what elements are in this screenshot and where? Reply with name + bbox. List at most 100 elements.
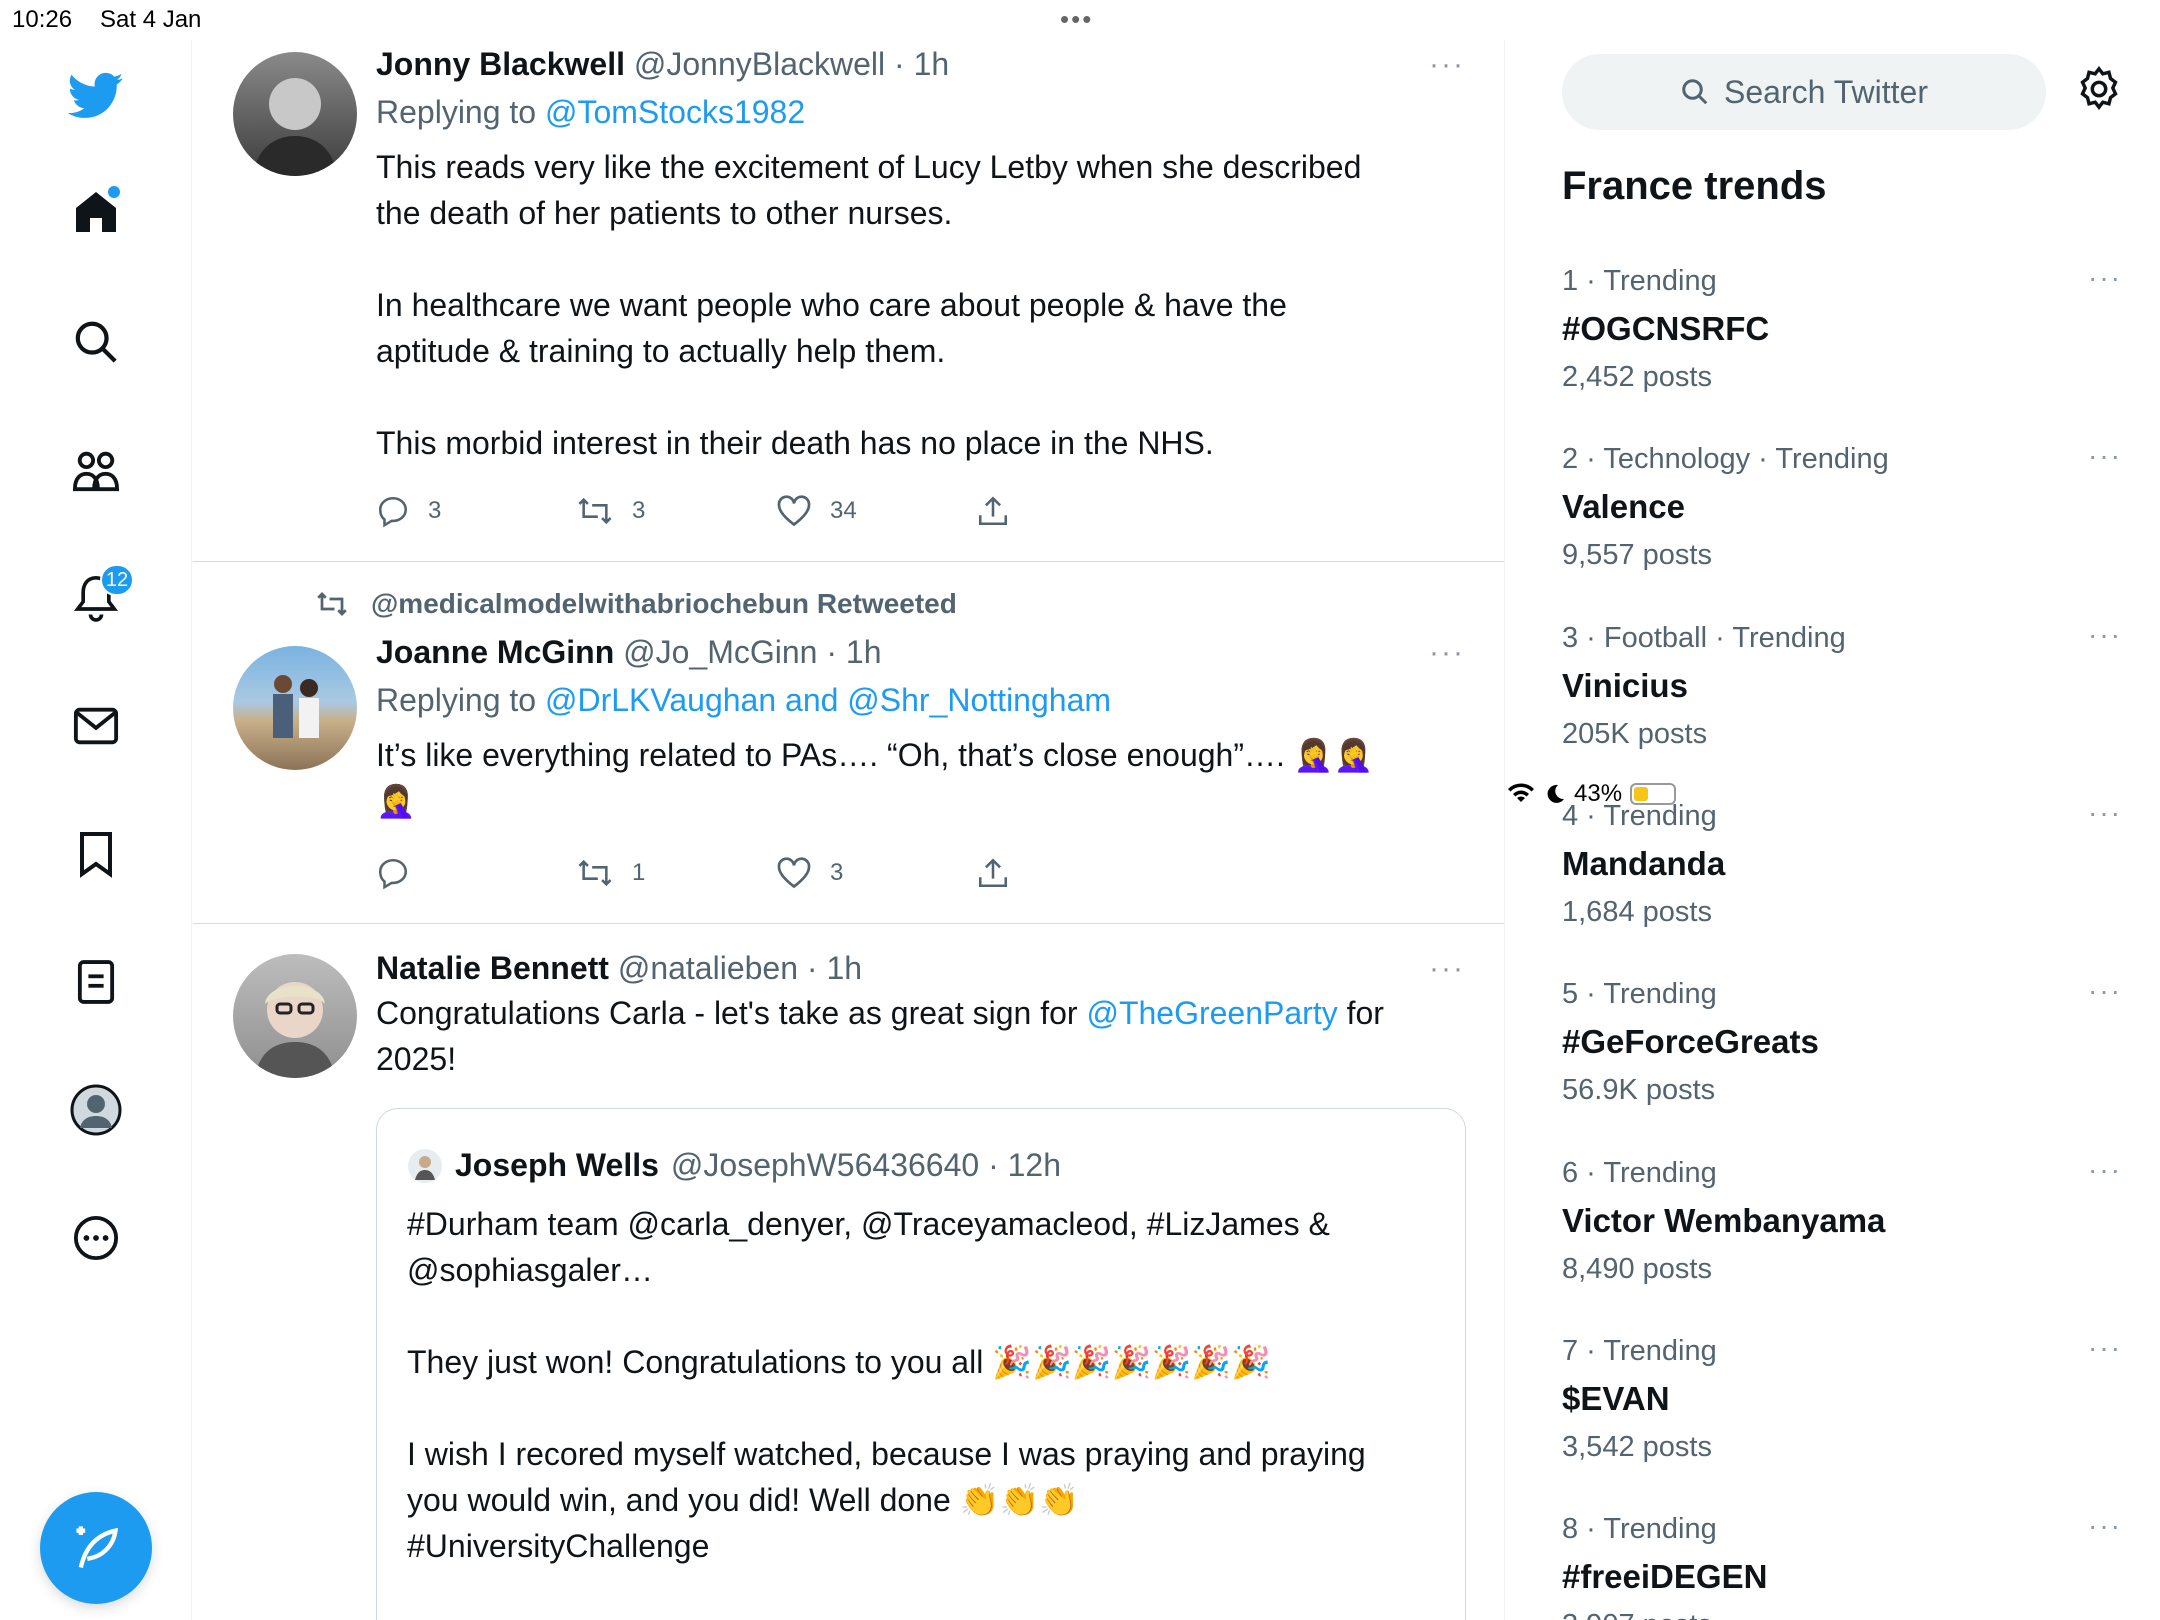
multitasking-dots[interactable]: ••• (1060, 4, 1093, 35)
nav-lists[interactable] (66, 952, 126, 1012)
author-name[interactable]: Jonny Blackwell (376, 46, 625, 82)
tweet[interactable]: Natalie Bennett @natalieben · 1h Congrat… (193, 924, 1504, 1620)
tweet-more-button[interactable]: ··· (1429, 48, 1465, 82)
trend-posts: 3,542 posts (1562, 1431, 1712, 1463)
trend-more-button[interactable]: ··· (2088, 1332, 2122, 1364)
avatar[interactable] (233, 52, 357, 176)
mention-link[interactable]: @TheGreenParty (1086, 995, 1337, 1031)
trend-name: Mandanda (1562, 845, 1726, 882)
trend-item[interactable]: 4 · Trending Mandanda 1,684 posts ··· (1562, 797, 2122, 931)
trend-more-button[interactable]: ··· (2088, 619, 2122, 651)
author-handle[interactable]: @Jo_McGinn · 1h (623, 634, 881, 670)
trend-item[interactable]: 3 · Football · Trending Vinicius 205K po… (1562, 619, 2122, 753)
nav-messages[interactable] (66, 696, 126, 756)
trend-posts: 205K posts (1562, 718, 1708, 750)
nav-more[interactable] (66, 1208, 126, 1268)
share-button[interactable] (976, 856, 1010, 890)
trends-title: France trends (1562, 164, 1827, 208)
search-icon (1682, 79, 1708, 105)
reply-button[interactable] (376, 856, 428, 890)
reply-count: 3 (428, 497, 442, 524)
replying-to: Replying to @TomStocks1982 (376, 94, 806, 130)
left-navigation: 12 (0, 40, 192, 1620)
reply-mention-link[interactable]: @DrLKVaughan and @Shr_Nottingham (545, 682, 1111, 718)
trend-more-button[interactable]: ··· (2088, 440, 2122, 472)
quoted-author-name[interactable]: Joseph Wells (455, 1147, 659, 1184)
tweet[interactable]: Jonny Blackwell @JonnyBlackwell · 1h Rep… (193, 40, 1504, 562)
reply-icon (378, 858, 408, 890)
trend-name: #freeiDEGEN (1562, 1558, 1768, 1595)
quoted-tweet-header: Joseph Wells @JosephW56436640 · 12h (407, 1147, 1061, 1184)
trend-item[interactable]: 7 · Trending $EVAN 3,542 posts ··· (1562, 1332, 2122, 1466)
tweet[interactable]: @medicalmodelwithabriochebun Retweeted J… (193, 562, 1504, 924)
tweet-more-button[interactable]: ··· (1429, 952, 1465, 986)
nav-bookmarks[interactable] (66, 824, 126, 884)
retweeted-by: @medicalmodelwithabriochebun Retweeted (313, 588, 957, 620)
retweet-button[interactable]: 1 (576, 856, 645, 890)
avatar[interactable] (233, 646, 357, 770)
trend-name: #OGCNSRFC (1562, 310, 1770, 347)
nav-profile[interactable] (66, 1080, 126, 1140)
tweet-more-button[interactable]: ··· (1429, 636, 1465, 670)
search-input[interactable]: Search Twitter (1562, 54, 2046, 130)
trend-more-button[interactable]: ··· (2088, 797, 2122, 829)
tweet-actions: 3 3 34 (376, 494, 1076, 534)
status-date: Sat 4 Jan (100, 6, 202, 33)
nav-communities[interactable] (66, 440, 126, 500)
like-button[interactable]: 34 (776, 494, 857, 528)
trend-more-button[interactable]: ··· (2088, 262, 2122, 294)
share-button[interactable] (976, 494, 1010, 528)
trend-item[interactable]: 1 · Trending #OGCNSRFC 2,452 posts ··· (1562, 262, 2122, 396)
reply-button[interactable]: 3 (376, 494, 441, 528)
trend-more-button[interactable]: ··· (2088, 975, 2122, 1007)
trend-item[interactable]: 8 · Trending #freeiDEGEN 3,907 posts ··· (1562, 1510, 2122, 1620)
trend-more-button[interactable]: ··· (2088, 1510, 2122, 1542)
home-new-dot (108, 186, 120, 198)
author-handle[interactable]: @natalieben · 1h (618, 950, 862, 986)
twitter-logo-icon[interactable] (66, 66, 126, 126)
tweet-text: This reads very like the excitement of L… (376, 149, 1362, 461)
like-button[interactable]: 3 (776, 856, 843, 890)
author-name[interactable]: Natalie Bennett (376, 950, 609, 986)
timeline: Jonny Blackwell @JonnyBlackwell · 1h Rep… (193, 40, 1505, 1620)
author-name[interactable]: Joanne McGinn (376, 634, 614, 670)
nav-home[interactable] (66, 182, 126, 242)
retweeted-by-label[interactable]: @medicalmodelwithabriochebun Retweeted (371, 588, 957, 620)
compose-tweet-button[interactable] (40, 1492, 152, 1604)
trend-name: Victor Wembanyama (1562, 1202, 1886, 1239)
trend-more-button[interactable]: ··· (2088, 1154, 2122, 1186)
trend-meta: 1 · Trending (1562, 265, 1717, 297)
more-circle-icon (73, 1215, 119, 1261)
retweet-icon (317, 592, 347, 616)
search-placeholder: Search Twitter (1724, 73, 1928, 110)
retweet-button[interactable]: 3 (576, 494, 645, 528)
trend-item[interactable]: 5 · Trending #GeForceGreats 56.9K posts … (1562, 975, 2122, 1109)
nav-notifications[interactable]: 12 (66, 564, 134, 628)
trend-posts: 1,684 posts (1562, 896, 1712, 928)
heart-icon (777, 495, 811, 527)
nav-explore[interactable] (66, 312, 126, 372)
avatar[interactable] (233, 954, 357, 1078)
author-handle[interactable]: @JonnyBlackwell · 1h (634, 46, 949, 82)
trend-item[interactable]: 6 · Trending Victor Wembanyama 8,490 pos… (1562, 1154, 2122, 1288)
share-icon (978, 496, 1008, 526)
heart-icon (777, 857, 811, 889)
retweet-icon (578, 859, 612, 887)
quoted-author-handle[interactable]: @JosephW56436640 · 12h (671, 1147, 1061, 1184)
quoted-tweet[interactable]: Joseph Wells @JosephW56436640 · 12h #Dur… (376, 1108, 1466, 1620)
gear-icon[interactable] (2076, 66, 2122, 112)
trend-name: Valence (1562, 488, 1685, 525)
reply-mention-link[interactable]: @TomStocks1982 (545, 94, 805, 130)
lists-icon (77, 960, 115, 1004)
tweet-text: It’s like everything related to PAs…. “O… (376, 737, 1374, 819)
trend-meta: 3 · Football · Trending (1562, 622, 1846, 654)
replying-to: Replying to @DrLKVaughan and @Shr_Nottin… (376, 682, 1112, 718)
tweet-text: Congratulations Carla - let's take as gr… (376, 995, 1384, 1077)
tweet-header: Joanne McGinn @Jo_McGinn · 1h (376, 632, 1466, 672)
trend-meta: 6 · Trending (1562, 1157, 1717, 1189)
notifications-badge: 12 (100, 564, 134, 596)
trend-meta: 7 · Trending (1562, 1335, 1717, 1367)
trend-posts: 56.9K posts (1562, 1074, 1716, 1106)
trend-item[interactable]: 2 · Technology · Trending Valence 9,557 … (1562, 440, 2122, 574)
retweet-count: 1 (632, 859, 646, 886)
